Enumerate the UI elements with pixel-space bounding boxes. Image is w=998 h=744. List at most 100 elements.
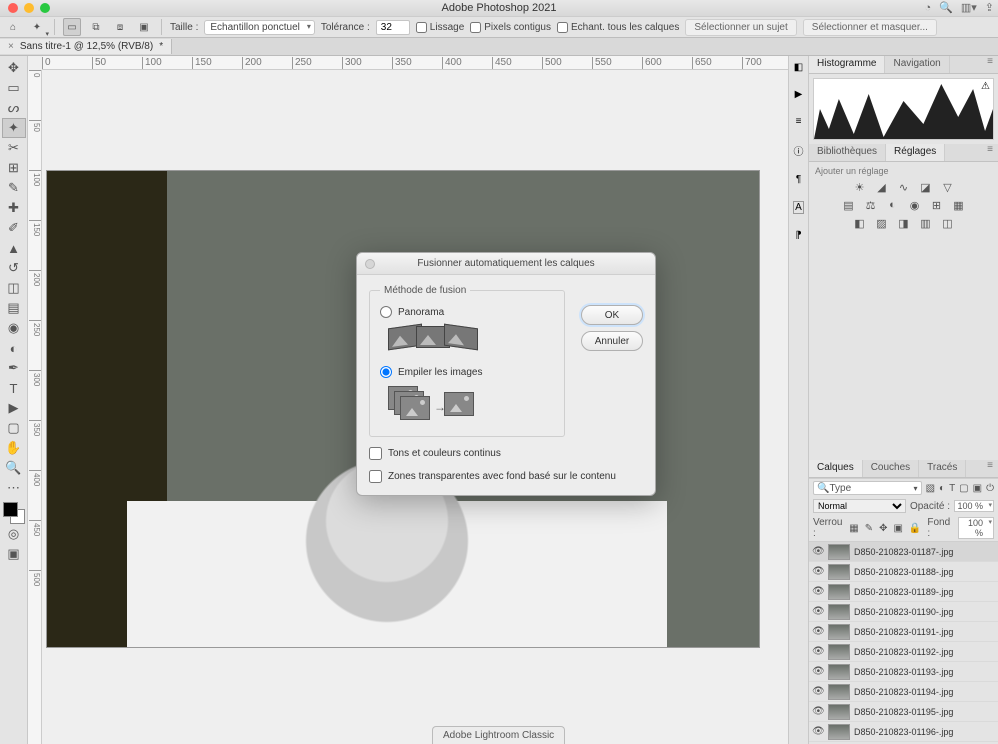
lock-all-icon[interactable]: 🔒 [909, 523, 921, 534]
layer-thumbnail[interactable] [828, 724, 850, 740]
layer-row[interactable]: 👁D850-210823-01194-.jpg [809, 682, 998, 702]
layer-row[interactable]: 👁D850-210823-01187-.jpg [809, 542, 998, 562]
cancel-button[interactable]: Annuler [581, 331, 643, 351]
channel-mixer-adj-icon[interactable]: ⊞ [930, 198, 944, 212]
color-panel-icon[interactable]: ◧ [794, 62, 803, 73]
visibility-icon[interactable]: 👁 [812, 546, 824, 558]
add-to-selection-icon[interactable]: ⧉ [87, 18, 105, 36]
gradient-tool-icon[interactable]: ▤ [2, 298, 26, 318]
new-selection-icon[interactable]: ▭ [63, 18, 81, 36]
quick-mask-icon[interactable]: ◎ [2, 524, 26, 544]
layer-thumbnail[interactable] [828, 544, 850, 560]
filter-adjust-icon[interactable]: ◐ [939, 483, 945, 494]
filter-pixel-icon[interactable]: ▧ [926, 483, 935, 494]
cloud-status-icon[interactable]: ◔ [925, 2, 932, 14]
history-brush-tool-icon[interactable]: ↺ [2, 258, 26, 278]
select-and-mask-button[interactable]: Sélectionner et masquer... [803, 19, 937, 36]
lock-pixels-icon[interactable]: ▦ [849, 523, 858, 534]
visibility-icon[interactable]: 👁 [812, 686, 824, 698]
color-swatches[interactable] [3, 502, 25, 524]
subtract-selection-icon[interactable]: ⧈ [111, 18, 129, 36]
visibility-icon[interactable]: 👁 [812, 706, 824, 718]
search-icon[interactable]: 🔍 [939, 1, 953, 14]
visibility-icon[interactable]: 👁 [812, 646, 824, 658]
type-tool-icon[interactable]: T [2, 378, 26, 398]
select-subject-button[interactable]: Sélectionner un sujet [685, 19, 796, 36]
channels-tab[interactable]: Couches [863, 460, 919, 477]
content-aware-fill-checkbox[interactable] [369, 470, 382, 483]
layer-thumbnail[interactable] [828, 704, 850, 720]
layer-thumbnail[interactable] [828, 644, 850, 660]
workspace-picker-icon[interactable]: ▥▾ [961, 1, 977, 14]
layer-row[interactable]: 👁D850-210823-01191-.jpg [809, 622, 998, 642]
ok-button[interactable]: OK [581, 305, 643, 325]
lasso-tool-icon[interactable]: ᔕ [2, 98, 26, 118]
layer-row[interactable]: 👁D850-210823-01190-.jpg [809, 602, 998, 622]
contiguous-checkbox[interactable] [470, 22, 481, 33]
pen-tool-icon[interactable]: ✒ [2, 358, 26, 378]
info-panel-icon[interactable]: ⓘ [794, 143, 804, 158]
dialog-close-icon[interactable] [365, 259, 375, 269]
share-icon[interactable]: ⇪ [985, 1, 994, 14]
fill-field[interactable]: 100 % [958, 517, 994, 539]
panorama-radio[interactable] [380, 306, 392, 318]
screen-mode-icon[interactable]: ▣ [2, 544, 26, 564]
filter-shape-icon[interactable]: ▢ [959, 483, 968, 494]
layer-row[interactable]: 👁D850-210823-01196-.jpg [809, 722, 998, 742]
layer-thumbnail[interactable] [828, 684, 850, 700]
hue-sat-adj-icon[interactable]: ▤ [842, 198, 856, 212]
zoom-tool-icon[interactable]: 🔍 [2, 458, 26, 478]
magic-wand-tool-icon[interactable]: ✦ [2, 118, 26, 138]
stack-images-radio[interactable] [380, 366, 392, 378]
eyedropper-tool-icon[interactable]: ✎ [2, 178, 26, 198]
layer-row[interactable]: 👁D850-210823-01193-.jpg [809, 662, 998, 682]
panel-menu-icon[interactable]: ≡ [982, 460, 998, 477]
anti-alias-checkbox[interactable] [416, 22, 427, 33]
edit-toolbar-icon[interactable]: ⋯ [2, 478, 26, 498]
visibility-icon[interactable]: 👁 [812, 726, 824, 738]
paragraph-panel-icon[interactable]: ¶ [796, 174, 801, 185]
vibrance-adj-icon[interactable]: ▽ [941, 180, 955, 194]
posterize-adj-icon[interactable]: ▨ [875, 216, 889, 230]
dialog-titlebar[interactable]: Fusionner automatiquement les calques [357, 253, 655, 275]
color-balance-adj-icon[interactable]: ⚖ [864, 198, 878, 212]
adjustments-tab[interactable]: Réglages [886, 144, 945, 161]
dodge-tool-icon[interactable]: ◐ [2, 338, 26, 358]
tool-preset-picker[interactable]: ✦▾ [28, 18, 46, 36]
home-icon[interactable]: ⌂ [4, 18, 22, 36]
move-tool-icon[interactable]: ✥ [2, 58, 26, 78]
seamless-tones-checkbox[interactable] [369, 447, 382, 460]
sample-size-dropdown[interactable]: Echantillon ponctuel [204, 20, 315, 35]
layer-thumbnail[interactable] [828, 604, 850, 620]
panel-menu-icon[interactable]: ≡ [982, 144, 998, 161]
history-panel-icon[interactable]: ▶ [795, 89, 803, 100]
libraries-tab[interactable]: Bibliothèques [809, 144, 886, 161]
gradient-map-adj-icon[interactable]: ▥ [919, 216, 933, 230]
visibility-icon[interactable]: 👁 [812, 606, 824, 618]
sample-all-layers-checkbox[interactable] [557, 22, 568, 33]
visibility-icon[interactable]: 👁 [812, 586, 824, 598]
levels-adj-icon[interactable]: ◢ [875, 180, 889, 194]
panel-menu-icon[interactable]: ≡ [982, 56, 998, 73]
layer-thumbnail[interactable] [828, 664, 850, 680]
color-lookup-adj-icon[interactable]: ▦ [952, 198, 966, 212]
close-tab-icon[interactable]: × [8, 41, 14, 52]
crop-tool-icon[interactable]: ✂ [2, 138, 26, 158]
character-panel-icon[interactable]: A [793, 201, 804, 214]
tolerance-input[interactable] [376, 20, 410, 35]
selective-color-adj-icon[interactable]: ◫ [941, 216, 955, 230]
hand-tool-icon[interactable]: ✋ [2, 438, 26, 458]
path-selection-tool-icon[interactable]: ▶ [2, 398, 26, 418]
paths-tab[interactable]: Tracés [919, 460, 966, 477]
navigation-tab[interactable]: Navigation [885, 56, 949, 73]
brightness-adj-icon[interactable]: ☀ [853, 180, 867, 194]
layer-filter-type[interactable]: 🔍 Type▾ [813, 481, 922, 495]
document-tab[interactable]: × Sans titre-1 @ 12,5% (RVB/8) * [0, 39, 172, 54]
lock-artboard-icon[interactable]: ▣ [893, 523, 902, 534]
threshold-adj-icon[interactable]: ◨ [897, 216, 911, 230]
layer-row[interactable]: 👁D850-210823-01189-.jpg [809, 582, 998, 602]
layer-thumbnail[interactable] [828, 624, 850, 640]
visibility-icon[interactable]: 👁 [812, 666, 824, 678]
shape-tool-icon[interactable]: ▢ [2, 418, 26, 438]
lock-paint-icon[interactable]: ✎ [865, 523, 873, 534]
